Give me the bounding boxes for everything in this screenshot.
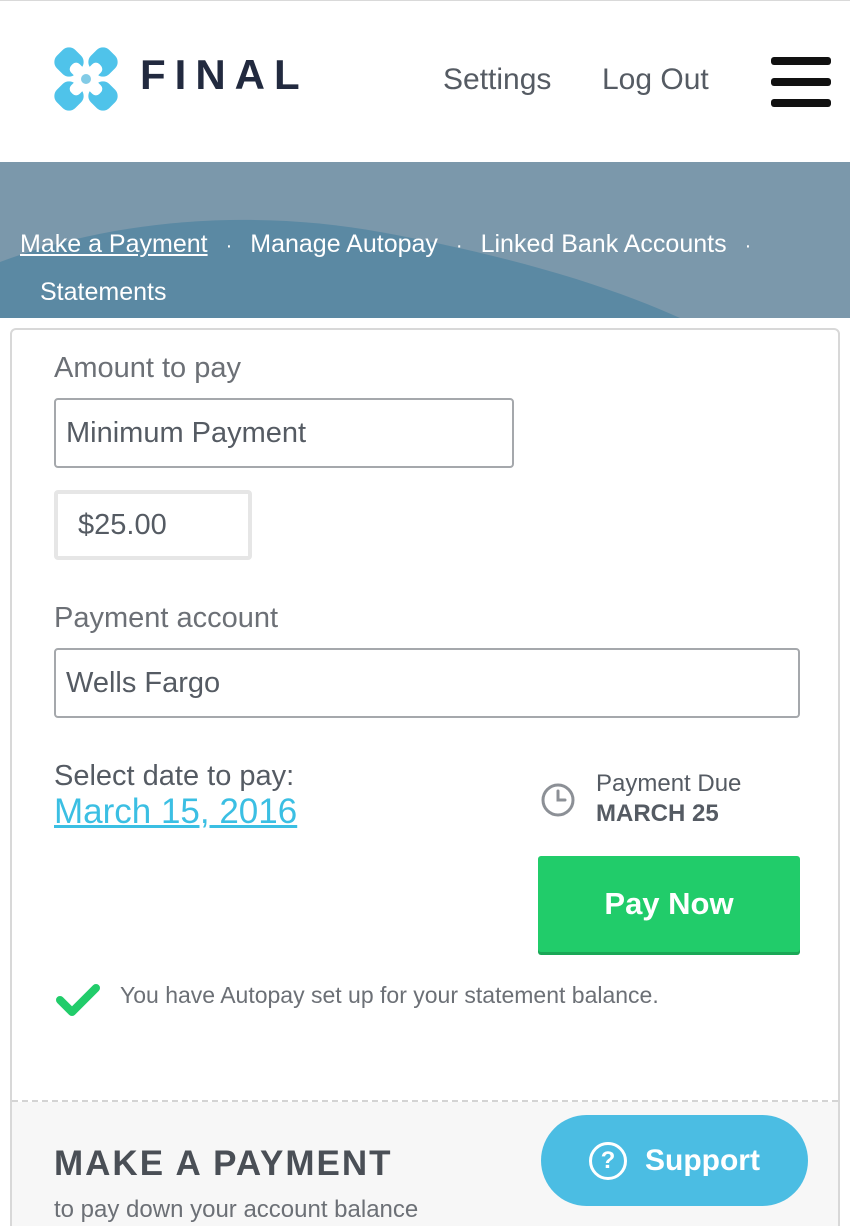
payment-account-label: Payment account bbox=[54, 602, 279, 634]
question-mark-icon: ? bbox=[589, 1141, 627, 1180]
logo-knot-icon[interactable] bbox=[50, 43, 122, 115]
checkmark-icon bbox=[56, 984, 100, 1016]
support-label: Support bbox=[645, 1143, 760, 1177]
payment-due-label: Payment Due bbox=[596, 770, 742, 797]
top-header: FINAL Settings Log Out bbox=[0, 0, 850, 162]
pay-now-button[interactable]: Pay Now bbox=[538, 856, 800, 952]
subnav-separator: · bbox=[744, 235, 752, 257]
section-subtitle: to pay down your account balance bbox=[54, 1196, 419, 1223]
payment-account-select[interactable]: Wells Fargo bbox=[54, 648, 800, 718]
amount-label: Amount to pay bbox=[54, 352, 241, 384]
hamburger-menu-icon[interactable] bbox=[771, 57, 831, 107]
amount-input[interactable]: $25.00 bbox=[54, 490, 252, 560]
autopay-note: You have Autopay set up for your stateme… bbox=[120, 982, 659, 1008]
clock-icon bbox=[541, 783, 575, 817]
support-button[interactable]: ? Support bbox=[541, 1115, 808, 1206]
settings-link[interactable]: Settings bbox=[443, 63, 551, 97]
logout-link[interactable]: Log Out bbox=[602, 63, 709, 97]
subnav-manage-autopay[interactable]: Manage Autopay bbox=[250, 230, 438, 258]
subnav-linked-bank-accounts[interactable]: Linked Bank Accounts bbox=[481, 230, 727, 258]
subnav-banner: Make a Payment · Manage Autopay · Linked Ban… bbox=[0, 162, 850, 318]
section-title: MAKE A PAYMENT bbox=[54, 1144, 393, 1183]
payment-date-link[interactable]: March 15, 2016 bbox=[54, 792, 297, 832]
select-date-label: Select date to pay: bbox=[54, 760, 295, 792]
subnav-make-payment[interactable]: Make a Payment bbox=[20, 230, 208, 258]
subnav-statements[interactable]: Statements bbox=[40, 278, 166, 306]
brand-name: FINAL bbox=[140, 51, 309, 98]
payment-card: Amount to pay Minimum Payment $25.00 Pay… bbox=[10, 328, 840, 1226]
subnav-separator: · bbox=[225, 235, 233, 257]
amount-type-select[interactable]: Minimum Payment bbox=[54, 398, 514, 468]
subnav: Make a Payment · Manage Autopay · Linked Ban… bbox=[20, 220, 830, 306]
payment-due-date: MARCH 25 bbox=[596, 800, 719, 827]
dashed-divider bbox=[12, 1100, 838, 1102]
subnav-separator: · bbox=[455, 235, 463, 257]
